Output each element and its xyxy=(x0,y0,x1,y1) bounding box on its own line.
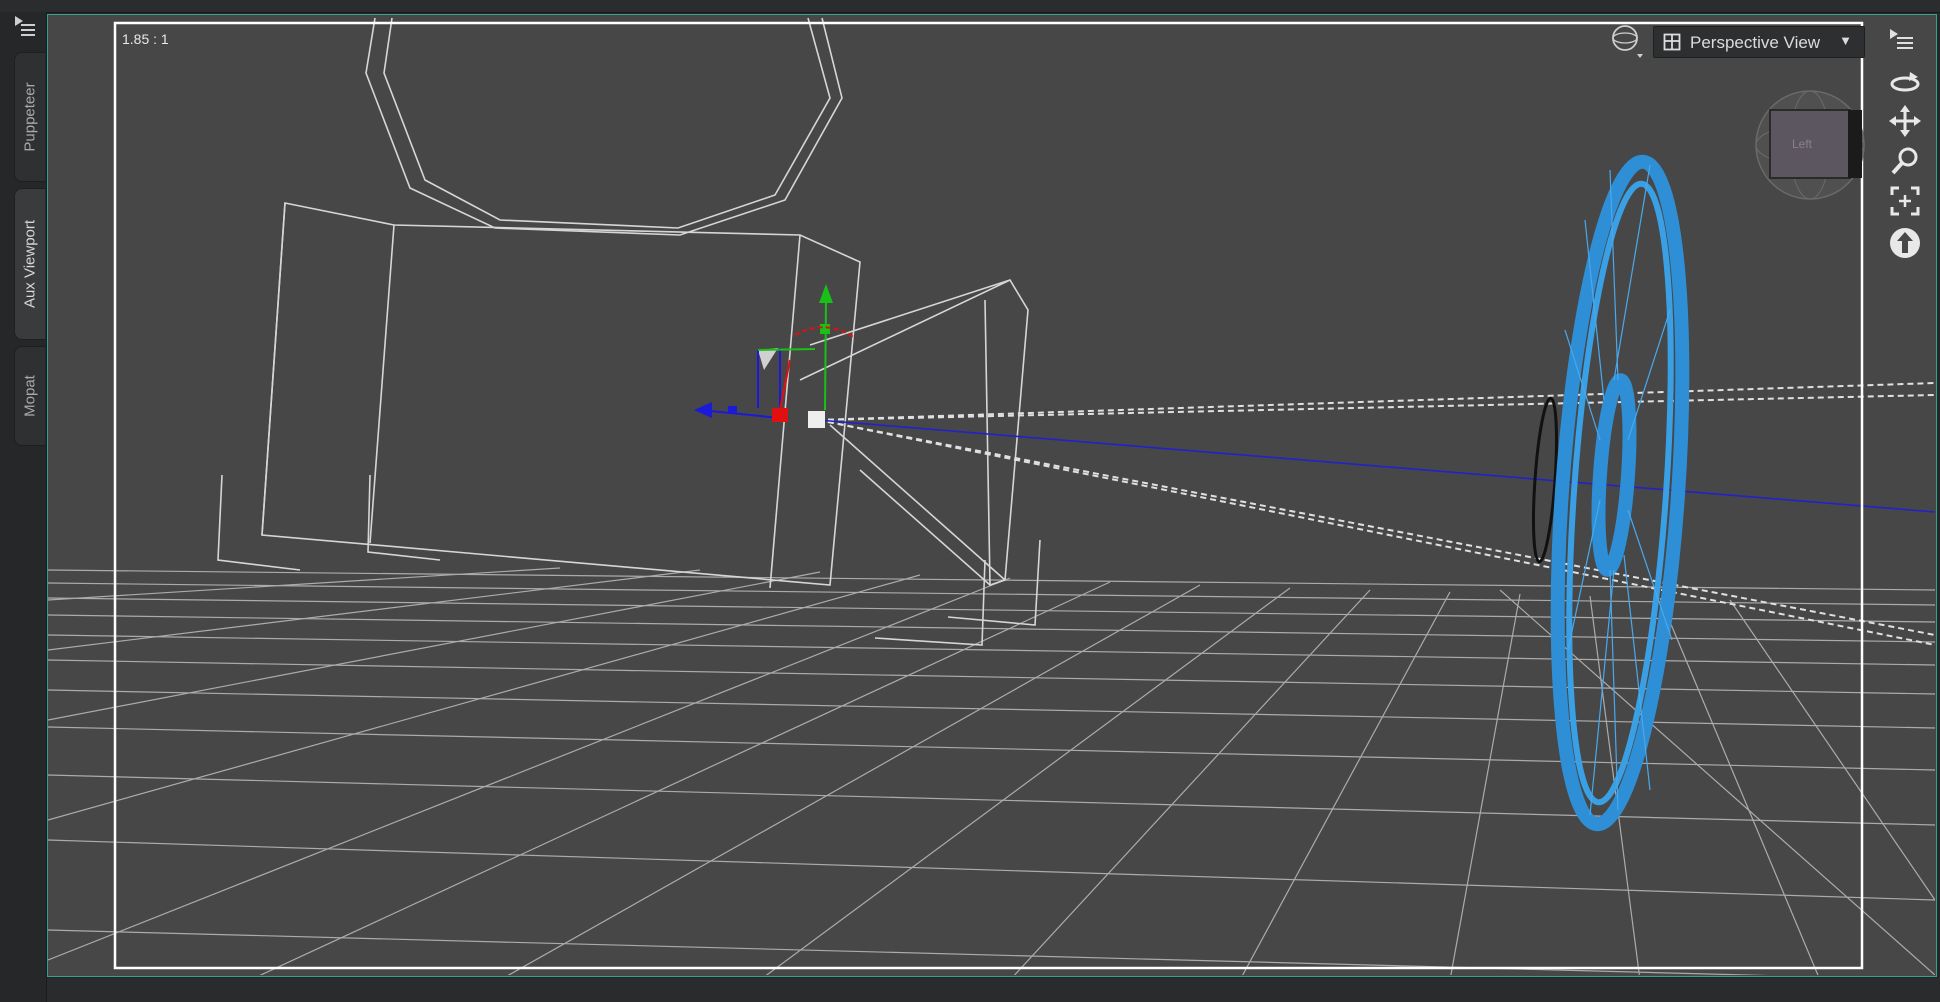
viewport-menu-icon[interactable] xyxy=(1886,26,1916,54)
camera-aim-line xyxy=(817,419,1935,513)
display-style-icon[interactable] xyxy=(1609,24,1645,60)
view-selector-label: Perspective View xyxy=(1690,33,1821,52)
view-layout-icon xyxy=(1663,33,1681,51)
zoom-icon[interactable] xyxy=(1888,144,1922,178)
reset-view-icon[interactable] xyxy=(1888,226,1922,260)
view-selector-dropdown[interactable]: Perspective View ▼ xyxy=(1653,26,1865,58)
orbit-icon[interactable] xyxy=(1888,64,1922,98)
aspect-ratio-label: 1.85 : 1 xyxy=(122,31,169,47)
cube-face-label: Left xyxy=(1792,137,1813,151)
pan-icon[interactable] xyxy=(1888,104,1922,138)
scene-canvas[interactable]: Left xyxy=(0,0,1940,1002)
transform-gizmo xyxy=(694,284,856,428)
light-mesh xyxy=(1550,154,1690,832)
frame-icon[interactable] xyxy=(1888,184,1922,218)
camera-wireframe xyxy=(217,17,1041,646)
chevron-down-icon: ▼ xyxy=(1839,33,1852,48)
orientation-cube[interactable]: Left xyxy=(1755,90,1865,200)
camera-frustum xyxy=(817,382,1935,646)
